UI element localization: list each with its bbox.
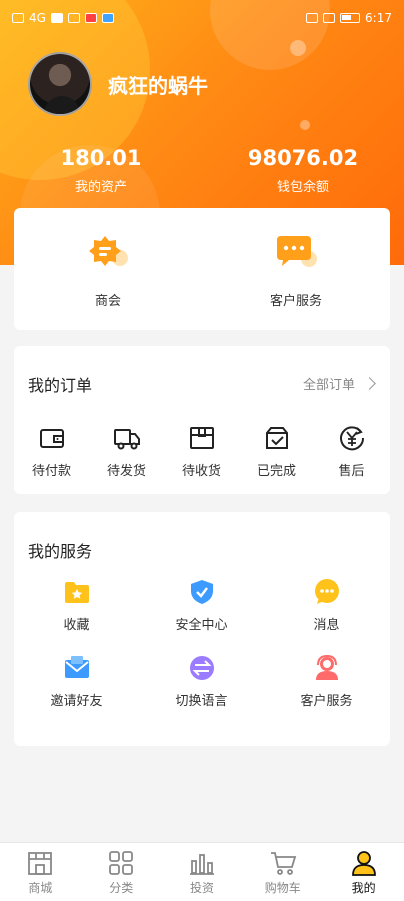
network-label: 4G xyxy=(29,11,46,25)
stat-value: 180.01 xyxy=(60,146,142,170)
cart-icon xyxy=(270,852,296,875)
service-switch-language[interactable]: 切换语言 xyxy=(139,654,264,709)
order-after-sales[interactable]: 售后 xyxy=(314,424,389,479)
stat-assets[interactable]: 180.01 我的资产 xyxy=(26,146,176,195)
store-icon xyxy=(28,852,53,875)
tab-invest[interactable]: 投资 xyxy=(162,843,243,901)
order-label: 待发货 xyxy=(106,464,146,479)
wallet-icon xyxy=(39,429,64,448)
tab-label: 分类 xyxy=(109,881,134,895)
mute-icon xyxy=(323,13,336,23)
tab-label: 购物车 xyxy=(264,881,301,895)
headset-icon xyxy=(315,654,338,680)
bottom-tab-bar: 商城 分类 投资 购物车 我的 xyxy=(0,842,404,901)
stat-label: 我的资产 xyxy=(74,180,127,195)
decor-dot xyxy=(300,120,310,130)
envelope-icon xyxy=(64,656,89,678)
all-orders-label: 全部订单 xyxy=(302,378,355,393)
service-label: 客户服务 xyxy=(269,294,322,309)
stat-label: 钱包余额 xyxy=(276,180,329,195)
sim-icon xyxy=(12,13,24,23)
tab-store[interactable]: 商城 xyxy=(0,843,81,901)
order-label: 已完成 xyxy=(256,464,296,479)
tab-category[interactable]: 分类 xyxy=(81,843,162,901)
chevron-right-icon xyxy=(363,377,376,390)
quick-services-card: 商会 客户服务 xyxy=(14,208,390,330)
username[interactable]: 疯狂的蜗牛 xyxy=(108,70,208,99)
avatar[interactable] xyxy=(28,52,92,116)
orders-card: 我的订单 全部订单 待付款 待发货 待收货 已完成 售后 xyxy=(14,346,390,494)
service-label: 商会 xyxy=(94,294,121,309)
cloud-icon xyxy=(101,13,114,23)
tab-cart[interactable]: 购物车 xyxy=(242,843,323,901)
order-pending-receipt[interactable]: 待收货 xyxy=(164,424,239,479)
tab-label: 我的 xyxy=(351,881,376,895)
order-completed[interactable]: 已完成 xyxy=(239,424,314,479)
orders-title: 我的订单 xyxy=(28,376,93,395)
folder-star-icon xyxy=(64,582,89,603)
services-title: 我的服务 xyxy=(28,542,93,561)
chamber-button[interactable]: 商会 xyxy=(14,232,202,309)
stat-value: 98076.02 xyxy=(247,146,359,170)
battery-icon xyxy=(340,13,361,23)
bar-chart-icon xyxy=(189,854,214,875)
service-label: 客户服务 xyxy=(300,694,353,709)
tab-mine[interactable]: 我的 xyxy=(323,843,404,901)
service-label: 收藏 xyxy=(63,618,90,633)
nfc-icon xyxy=(306,13,319,23)
stat-wallet[interactable]: 98076.02 钱包余额 xyxy=(228,146,378,195)
truck-icon xyxy=(113,429,140,450)
service-customer-support[interactable]: 客户服务 xyxy=(264,654,389,709)
order-label: 待付款 xyxy=(31,464,71,479)
all-orders-link[interactable]: 全部订单 xyxy=(302,374,376,393)
check-box-icon xyxy=(265,427,288,449)
signal-icon xyxy=(50,13,63,23)
yen-refund-icon xyxy=(339,426,364,451)
order-label: 售后 xyxy=(338,464,365,479)
service-favorites[interactable]: 收藏 xyxy=(14,578,139,633)
services-card: 我的服务 收藏 安全中心 消息 邀请好友 切换语言 客户服务 xyxy=(14,512,390,746)
switch-icon xyxy=(189,656,214,680)
tab-label: 投资 xyxy=(189,881,214,895)
order-label: 待收货 xyxy=(181,464,221,479)
badge-icon xyxy=(89,236,128,266)
app-notification-icon xyxy=(84,13,97,23)
service-label: 切换语言 xyxy=(175,694,228,709)
tab-label: 商城 xyxy=(28,881,53,895)
shield-check-icon xyxy=(190,580,213,604)
package-icon xyxy=(189,427,214,449)
user-icon xyxy=(351,851,376,876)
customer-service-button[interactable]: 客户服务 xyxy=(202,232,390,309)
wifi-icon xyxy=(67,13,80,23)
service-label: 消息 xyxy=(313,618,340,633)
service-label: 安全中心 xyxy=(175,618,228,633)
status-bar: 4G 6:17 xyxy=(0,0,404,36)
decor-dot xyxy=(290,40,306,56)
order-pending-payment[interactable]: 待付款 xyxy=(14,424,89,479)
service-messages[interactable]: 消息 xyxy=(264,578,389,633)
grid-icon xyxy=(109,851,134,875)
chat-bubble-icon xyxy=(277,236,317,267)
message-icon xyxy=(314,579,339,604)
service-label: 邀请好友 xyxy=(50,694,103,709)
service-security-center[interactable]: 安全中心 xyxy=(139,578,264,633)
status-time: 6:17 xyxy=(365,11,392,25)
order-pending-shipment[interactable]: 待发货 xyxy=(89,424,164,479)
service-invite-friends[interactable]: 邀请好友 xyxy=(14,654,139,709)
